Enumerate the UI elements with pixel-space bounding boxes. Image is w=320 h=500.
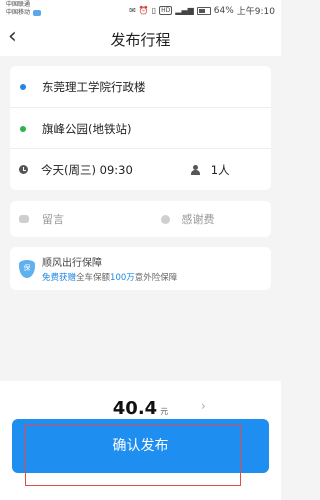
insurance-tail: 意外险保障 [134, 273, 178, 283]
insurance-desc: 免费获赠全车保额100万意外险保障 [42, 271, 177, 283]
carrier-1: 中国联通 [6, 1, 31, 8]
hd-icon: HD [159, 6, 173, 15]
bottom-panel: 40.4 元 › 确认发布 [0, 381, 281, 500]
origin-text: 东莞理工学院行政楼 [42, 79, 146, 94]
route-card: 东莞理工学院行政楼 旗峰公园(地铁站) 今天(周三) 09:30 1人 [10, 66, 271, 190]
time-passenger-row: 今天(周三) 09:30 1人 [10, 148, 271, 190]
person-icon [190, 164, 200, 175]
origin-dot-icon [20, 83, 26, 90]
insurance-title: 顺风出行保障 [42, 258, 102, 269]
price-display[interactable]: 40.4 元 [0, 398, 281, 419]
extras-card: 留言 感谢费 [10, 201, 271, 237]
thanks-placeholder: 感谢费 [181, 213, 215, 226]
nav-bar: ‹ 发布行程 [0, 20, 281, 56]
battery-level: 64% [213, 5, 234, 16]
passenger-count[interactable]: 1人 [211, 162, 230, 178]
price-value: 40.4 [112, 398, 158, 419]
destination-row[interactable]: 旗峰公园(地铁站) [10, 107, 271, 149]
origin-row[interactable]: 东莞理工学院行政楼 [10, 66, 271, 107]
destination-dot-icon [20, 125, 26, 132]
app-notification-icon [33, 10, 42, 16]
thanks-fee-field[interactable]: 感谢费 [141, 211, 272, 227]
departure-time[interactable]: 今天(周三) 09:30 [41, 162, 133, 178]
price-unit: 元 [160, 407, 169, 416]
signal-icon: ▂▄▆ [175, 6, 194, 15]
page-title: 发布行程 [110, 31, 171, 49]
battery-icon [196, 6, 211, 15]
shield-icon: 保 [19, 260, 35, 278]
clock-icon [19, 165, 28, 174]
mail-icon: ✉ [129, 6, 136, 15]
chat-bubble-icon [19, 215, 29, 223]
insurance-amount: 100万 [110, 273, 135, 283]
clock-time: 上午9:10 [236, 7, 275, 17]
status-bar: 中国联通 中国移动 ✉ ⏰ ▯ HD ▂▄▆ 64% 上午9:10 [0, 0, 281, 20]
status-icons: ✉ ⏰ ▯ HD ▂▄▆ 64% 上午9:10 [129, 4, 275, 18]
confirm-publish-button[interactable]: 确认发布 [12, 419, 269, 473]
alarm-icon: ⏰ [138, 6, 149, 15]
insurance-free-label: 免费获赠 [42, 273, 77, 283]
destination-text: 旗峰公园(地铁站) [42, 121, 132, 136]
message-placeholder: 留言 [42, 213, 64, 226]
coin-icon [160, 214, 170, 224]
chevron-right-icon[interactable]: › [201, 399, 206, 413]
insurance-card[interactable]: 保 顺风出行保障 免费获赠全车保额100万意外险保障 [10, 247, 271, 290]
insurance-coverage-label: 全车保额 [76, 273, 111, 283]
vibrate-icon: ▯ [151, 6, 157, 15]
carrier-info: 中国联通 中国移动 [6, 1, 42, 17]
message-field[interactable]: 留言 [10, 211, 141, 227]
carrier-2: 中国移动 [6, 9, 31, 16]
